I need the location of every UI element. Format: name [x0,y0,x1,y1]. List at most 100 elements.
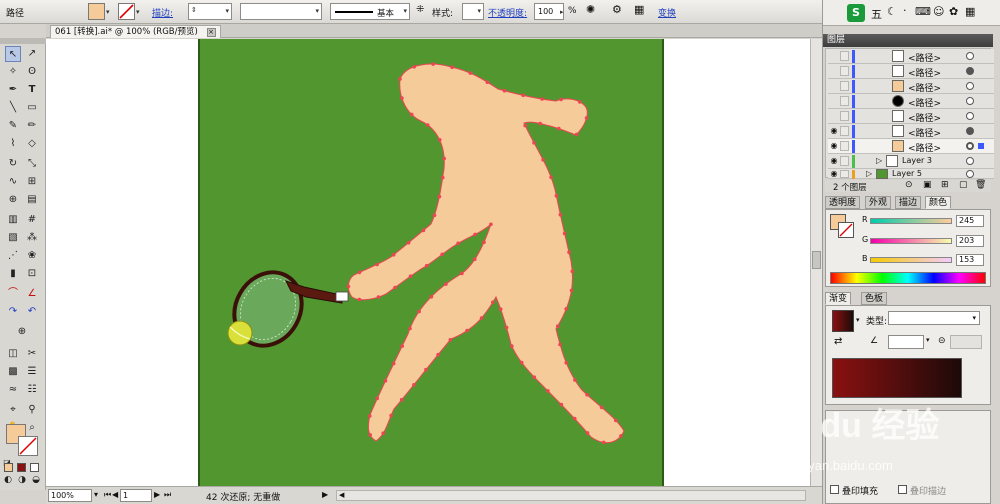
layer-row[interactable]: <路径> [828,109,994,124]
new-sublayer-icon[interactable]: ⊞ [941,180,949,190]
target-circle-icon[interactable] [966,112,974,120]
anchor-point[interactable] [564,307,568,311]
anchor-point[interactable] [559,402,564,407]
anchor-point[interactable] [406,240,411,245]
stroke-color-box[interactable] [18,436,38,456]
scissors-tool-icon[interactable]: ✂ [24,346,40,362]
visibility-toggle[interactable] [830,82,838,90]
lock-toggle[interactable] [840,66,849,76]
target-circle-icon[interactable] [966,157,974,165]
anchor-point[interactable] [489,222,493,227]
anchor-tool-icon[interactable]: ∠ [24,286,40,302]
anchor-point[interactable] [412,383,416,387]
target-circle-icon[interactable] [966,142,974,150]
layer-row[interactable]: <路径> [828,49,994,64]
lock-toggle[interactable] [840,51,849,61]
anchor-point[interactable] [421,228,426,233]
align-tool-icon[interactable]: ☰ [24,364,40,380]
layer-row[interactable]: <路径> [828,94,994,109]
warp-tool-icon[interactable]: ∿ [5,174,21,190]
globe-icon[interactable]: ⊕ [14,324,30,340]
tab-transparency[interactable]: 透明度 [825,196,861,209]
anchor-point[interactable] [408,274,413,278]
zoom-tool-icon[interactable]: ⌕ [24,420,40,436]
anchor-point[interactable] [473,232,477,237]
anchor-point[interactable] [559,97,563,102]
gradient-tool-icon[interactable]: ▧ [5,230,21,246]
pencil-tool-icon[interactable]: ✏ [24,118,40,134]
lock-toggle[interactable] [840,170,849,178]
anchor-point[interactable] [578,100,582,104]
blue-slider[interactable] [870,257,952,263]
tab-color[interactable]: 颜色 [925,196,952,209]
anchor-point[interactable] [357,270,362,275]
anchor-point[interactable] [541,158,545,162]
stroke-link[interactable]: 描边: [152,6,173,19]
anchor-point[interactable] [585,392,589,397]
keyboard-icon[interactable]: ⌨ [915,5,931,18]
measure-tool-icon[interactable]: ⌖ [5,402,21,418]
last-page-icon[interactable]: ⏭ [164,490,171,500]
anchor-point[interactable] [585,431,590,435]
player-silhouette[interactable] [347,63,625,444]
anchor-point[interactable] [383,379,388,383]
anchor-point[interactable] [393,285,397,290]
artboard-tool-icon[interactable]: ⊡ [24,266,40,282]
angle-dropdown-icon[interactable]: ▾ [926,336,930,344]
canvas-area[interactable] [46,39,810,486]
anchor-point[interactable] [473,257,477,261]
anchor-point[interactable] [574,132,579,137]
lock-toggle[interactable] [840,96,849,106]
eye-icon[interactable]: ◉ [830,170,838,178]
anchor-point[interactable] [440,252,445,257]
tab-gradient[interactable]: 渐变 [825,292,852,305]
anchor-point[interactable] [510,344,514,348]
anchor-point[interactable] [498,307,503,312]
anchor-point[interactable] [448,338,453,342]
doc-setup-icon[interactable]: ⚙ [612,3,622,16]
stroke-dropdown-icon[interactable]: ▾ [136,8,140,16]
anchor-point[interactable] [381,431,386,436]
pucker-tool-icon[interactable]: ≈ [5,382,21,398]
perspective-grid-tool-icon[interactable]: ▥ [5,212,21,228]
close-tab-icon[interactable]: × [206,28,216,37]
none-mode-button[interactable] [30,463,39,472]
horizontal-scrollbar[interactable]: ◀ [336,490,806,501]
anchor-point[interactable] [432,213,437,218]
red-slider[interactable] [870,218,952,224]
toolbox-grip[interactable] [0,38,46,44]
anchor-point[interactable] [557,126,561,131]
lock-toggle[interactable] [840,156,849,166]
anchor-point[interactable] [429,295,434,299]
selection-tool-icon[interactable]: ↖ [5,46,21,62]
blend-tool-icon[interactable]: ⋰ [5,248,21,264]
target-circle-icon[interactable] [966,67,974,75]
anchor-point[interactable] [440,175,445,180]
tennis-ball[interactable] [227,320,253,346]
stroke-weight-field[interactable]: ⇕ ▾ [188,3,232,20]
eyedropper-tool-icon[interactable]: ⁂ [24,230,40,246]
lock-toggle[interactable] [840,111,849,121]
anchor-point[interactable] [368,414,372,418]
anchor-point[interactable] [538,121,542,126]
locate-object-icon[interactable]: ⊙ [905,180,913,190]
aspect-ratio-field[interactable] [950,335,982,349]
prev-page-icon[interactable]: ◀ [112,490,118,499]
visibility-toggle[interactable] [830,97,838,105]
anchor-point[interactable] [409,112,414,117]
anchor-point[interactable] [554,194,559,198]
moon-icon[interactable]: ☾ [887,5,897,18]
width-tool-icon[interactable]: ⌒ [5,286,21,302]
layer-row[interactable]: ◉ ▷ Layer 3 [828,154,994,169]
symbol-sprayer-tool-icon[interactable]: ❀ [24,248,40,264]
anchor-point[interactable] [450,65,454,69]
scroll-thumb[interactable] [812,251,821,269]
sogou-logo-icon[interactable]: S [847,4,865,22]
anchor-point[interactable] [389,413,393,418]
blob-brush-tool-icon[interactable]: ⌇ [5,136,21,152]
anchor-point[interactable] [549,175,553,180]
color-spectrum-bar[interactable] [830,272,986,284]
anchor-point[interactable] [375,262,379,267]
slice-tool-icon[interactable]: ◫ [5,346,21,362]
gradient-type-select[interactable]: ▾ [888,311,980,325]
